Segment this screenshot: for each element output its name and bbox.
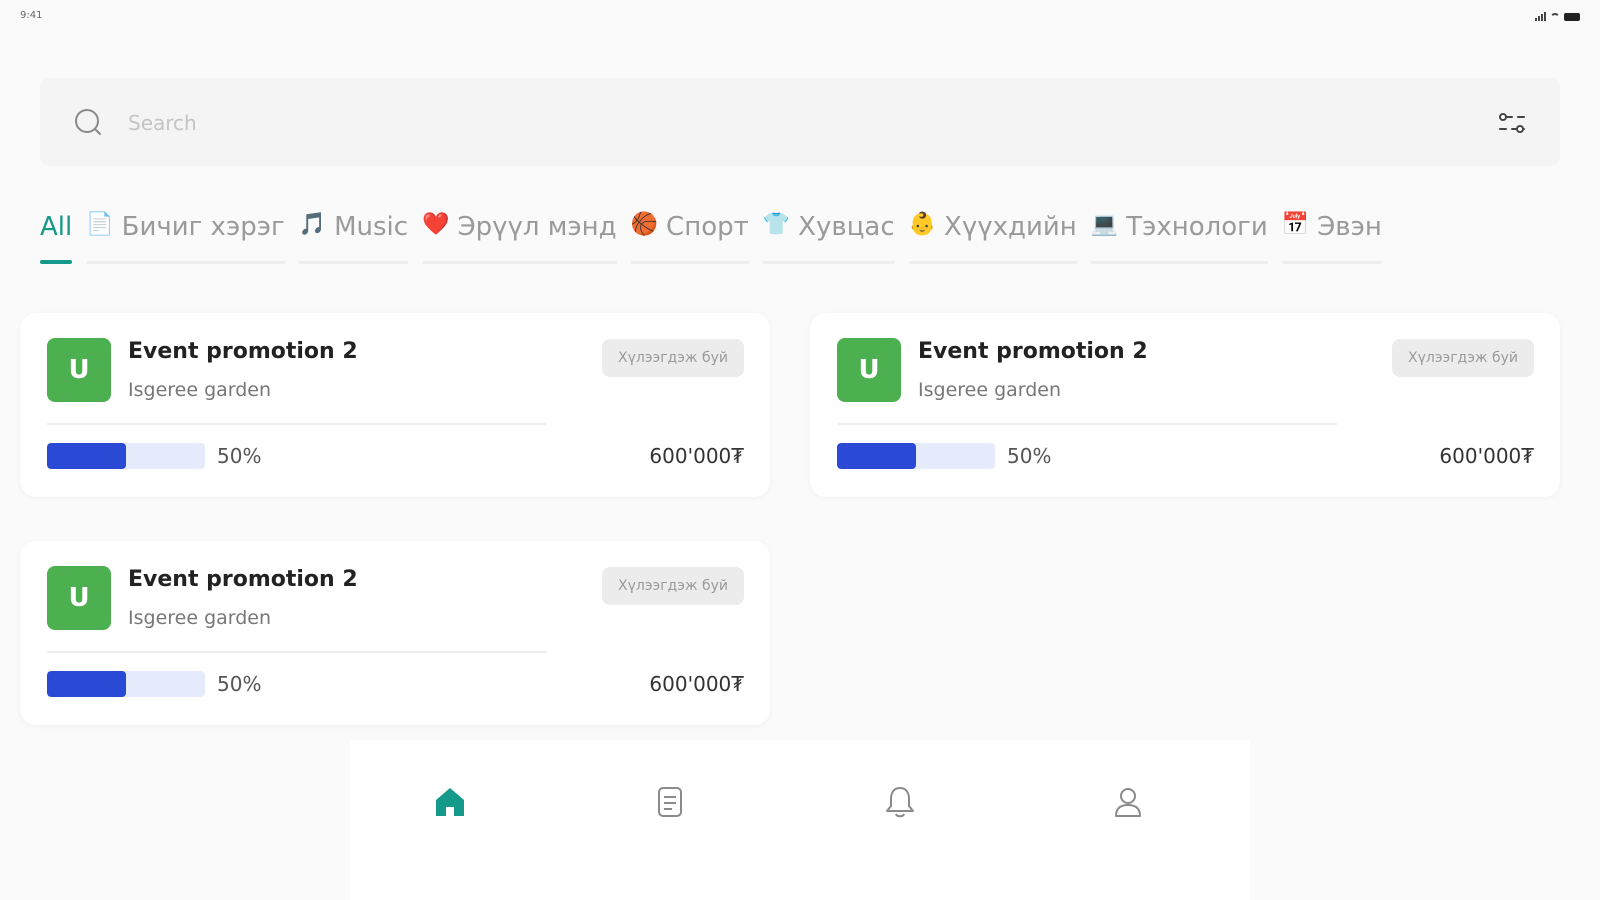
avatar: U	[47, 338, 111, 402]
progress-fill	[47, 671, 126, 697]
bottom-nav	[350, 740, 1250, 900]
shirt-icon: 👕	[762, 212, 791, 237]
category-tab-sport[interactable]: 🏀 Спорт	[630, 206, 749, 268]
laptop-icon: 💻	[1090, 212, 1119, 237]
search-bar	[40, 78, 1560, 166]
card-subtitle: Isgeree garden	[918, 379, 1062, 401]
status-icons	[1535, 12, 1580, 21]
signal-icon	[1535, 12, 1546, 21]
category-label: All	[40, 212, 73, 242]
calendar-icon: 📅	[1281, 212, 1310, 237]
event-card[interactable]: U Event promotion 2 Isgeree garden Хүлээ…	[810, 313, 1560, 497]
nav-notifications[interactable]	[880, 782, 920, 822]
basketball-icon: 🏀	[630, 212, 659, 237]
document-icon	[658, 787, 682, 817]
category-label: Бичиг хэрэг	[121, 212, 285, 242]
progress-label: 50%	[1007, 444, 1052, 468]
category-label: Эвэн	[1317, 212, 1382, 242]
avatar: U	[837, 338, 901, 402]
card-subtitle: Isgeree garden	[128, 607, 272, 629]
progress-label: 50%	[217, 444, 262, 468]
divider	[47, 651, 547, 653]
progress-label: 50%	[217, 672, 262, 696]
status-badge: Хүлээгдэж буй	[1392, 339, 1534, 377]
card-title: Event promotion 2	[128, 567, 358, 592]
category-label: Music	[334, 212, 409, 242]
category-tab-event[interactable]: 📅 Эвэн	[1281, 206, 1383, 268]
divider	[837, 423, 1337, 425]
document-emoji-icon: 📄	[86, 212, 114, 237]
category-label: Хувцас	[798, 212, 895, 242]
card-amount: 600'000₮	[649, 444, 744, 468]
status-badge: Хүлээгдэж буй	[602, 567, 744, 605]
card-subtitle: Isgeree garden	[128, 379, 272, 401]
category-label: Спорт	[666, 212, 749, 242]
baby-icon: 👶	[908, 212, 937, 237]
nav-documents[interactable]	[650, 782, 690, 822]
battery-icon	[1564, 13, 1580, 21]
wifi-icon	[1550, 13, 1560, 21]
category-tab-stationery[interactable]: 📄 Бичиг хэрэг	[86, 206, 286, 268]
card-amount: 600'000₮	[1439, 444, 1534, 468]
filter-icon[interactable]	[1498, 110, 1526, 136]
progress-bar	[837, 443, 995, 469]
home-icon	[436, 788, 464, 816]
category-label: Эрүүл мэнд	[457, 212, 617, 242]
user-icon	[1115, 788, 1141, 817]
category-tab-technology[interactable]: 💻 Тэхнологи	[1090, 206, 1268, 268]
progress-bar	[47, 671, 205, 697]
nav-home[interactable]	[430, 782, 470, 822]
card-amount: 600'000₮	[649, 672, 744, 696]
event-card[interactable]: U Event promotion 2 Isgeree garden Хүлээ…	[20, 313, 770, 497]
card-title: Event promotion 2	[128, 339, 358, 364]
divider	[47, 423, 547, 425]
music-note-icon: 🎵	[298, 212, 327, 237]
progress-bar	[47, 443, 205, 469]
event-card[interactable]: U Event promotion 2 Isgeree garden Хүлээ…	[20, 541, 770, 725]
status-badge: Хүлээгдэж буй	[602, 339, 744, 377]
category-tab-music[interactable]: 🎵 Music	[298, 206, 409, 268]
search-input[interactable]	[126, 104, 1430, 142]
category-tab-all[interactable]: All	[40, 206, 73, 268]
avatar: U	[47, 566, 111, 630]
bell-icon	[886, 787, 914, 818]
category-tab-health[interactable]: ❤️ Эрүүл мэнд	[422, 206, 617, 268]
category-tab-clothing[interactable]: 👕 Хувцас	[762, 206, 895, 268]
card-title: Event promotion 2	[918, 339, 1148, 364]
category-label: Тэхнологи	[1126, 212, 1268, 242]
nav-profile[interactable]	[1108, 782, 1148, 822]
category-tabs: All 📄 Бичиг хэрэг 🎵 Music ❤️ Эрүүл мэнд …	[40, 206, 1560, 268]
status-time: 9:41	[20, 10, 43, 21]
progress-fill	[837, 443, 916, 469]
progress-fill	[47, 443, 126, 469]
category-tab-kids[interactable]: 👶 Хүүхдийн	[908, 206, 1077, 268]
heart-icon: ❤️	[422, 212, 450, 237]
category-label: Хүүхдийн	[944, 212, 1077, 242]
status-bar: 9:41	[20, 10, 1580, 26]
search-icon	[75, 109, 101, 135]
